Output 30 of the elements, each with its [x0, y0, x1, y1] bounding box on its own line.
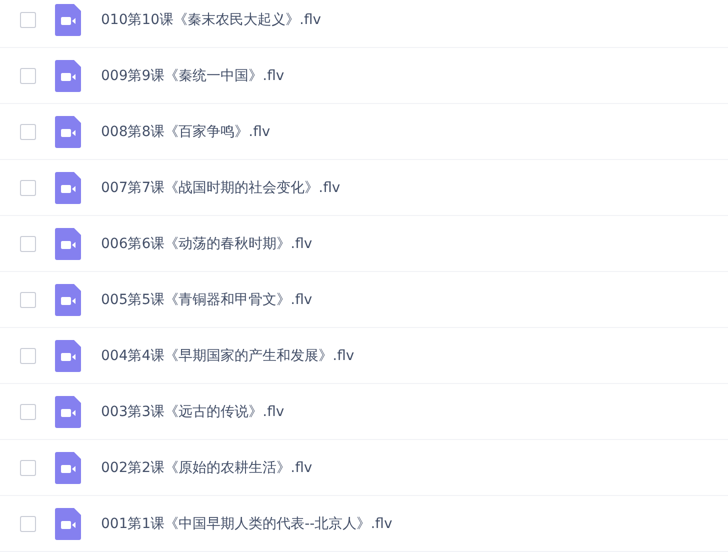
file-name[interactable]: 008第8课《百家争鸣》.flv [101, 122, 270, 140]
file-name[interactable]: 004第4课《早期国家的产生和发展》.flv [101, 346, 354, 364]
checkbox[interactable] [20, 348, 36, 364]
video-file-icon [55, 508, 81, 540]
file-name[interactable]: 005第5课《青铜器和甲骨文》.flv [101, 290, 312, 308]
video-file-icon [55, 4, 81, 36]
checkbox[interactable] [20, 516, 36, 532]
checkbox[interactable] [20, 12, 36, 28]
file-name[interactable]: 009第9课《秦统一中国》.flv [101, 66, 284, 84]
file-name[interactable]: 002第2课《原始的农耕生活》.flv [101, 458, 312, 476]
video-file-icon [55, 116, 81, 148]
file-name[interactable]: 001第1课《中国早期人类的代表--北京人》.flv [101, 514, 392, 532]
checkbox[interactable] [20, 404, 36, 420]
checkbox[interactable] [20, 236, 36, 252]
file-name[interactable]: 003第3课《远古的传说》.flv [101, 402, 284, 420]
video-file-icon [55, 340, 81, 372]
checkbox[interactable] [20, 460, 36, 476]
video-file-icon [55, 396, 81, 428]
video-file-icon [55, 60, 81, 92]
checkbox[interactable] [20, 292, 36, 308]
video-file-icon [55, 452, 81, 484]
video-file-icon [55, 228, 81, 260]
file-name[interactable]: 006第6课《动荡的春秋时期》.flv [101, 234, 312, 252]
video-file-icon [55, 172, 81, 204]
video-file-icon [55, 284, 81, 316]
file-name[interactable]: 007第7课《战国时期的社会变化》.flv [101, 178, 340, 196]
checkbox[interactable] [20, 124, 36, 140]
checkbox[interactable] [20, 180, 36, 196]
checkbox[interactable] [20, 68, 36, 84]
file-name[interactable]: 010第10课《秦末农民大起义》.flv [101, 10, 322, 28]
